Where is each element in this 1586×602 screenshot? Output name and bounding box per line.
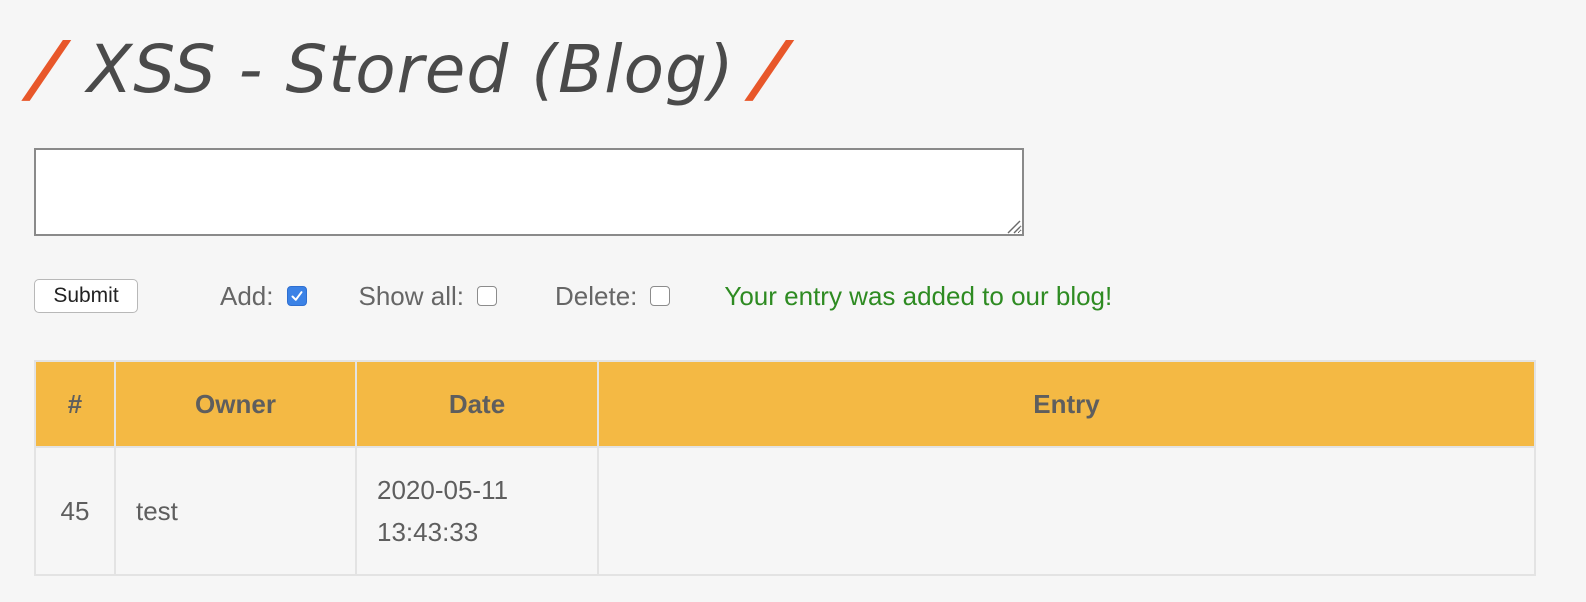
delete-option[interactable]: Delete:: [555, 280, 671, 312]
column-header-number: #: [34, 360, 116, 448]
page-title-text: XSS - Stored (Blog): [87, 30, 735, 108]
entry-controls: Submit Add: Show all: Delete: Your entry…: [34, 272, 1112, 320]
show-all-label: Show all:: [358, 280, 465, 311]
show-all-option[interactable]: Show all:: [358, 280, 497, 312]
cell-date: 2020-05-11 13:43:33: [355, 446, 599, 576]
checkmark-icon: [291, 291, 302, 301]
delete-checkbox[interactable]: [650, 286, 671, 306]
title-slash-left: /: [26, 26, 69, 112]
blog-table: # Owner Date Entry 45 test 2020-05-11 13…: [34, 360, 1536, 576]
cell-date-time: 13:43:33: [377, 517, 479, 547]
column-header-entry: Entry: [597, 360, 1536, 448]
column-header-owner: Owner: [114, 360, 357, 448]
submit-button[interactable]: Submit: [34, 279, 138, 313]
cell-date-day: 2020-05-11: [377, 475, 509, 505]
status-message: Your entry was added to our blog!: [724, 280, 1113, 311]
cell-entry: [597, 446, 1536, 576]
show-all-checkbox[interactable]: [477, 286, 497, 306]
add-option[interactable]: Add:: [220, 281, 307, 312]
cell-owner: test: [114, 446, 357, 576]
page-title: / XSS - Stored (Blog) /: [26, 14, 791, 124]
add-label: Add:: [220, 280, 274, 311]
cell-number: 45: [34, 446, 116, 576]
blog-entry-textarea[interactable]: [34, 148, 1024, 236]
table-header-row: # Owner Date Entry: [34, 360, 1536, 448]
table-row: 45 test 2020-05-11 13:43:33: [34, 446, 1536, 576]
title-slash-right: /: [749, 26, 792, 112]
add-checkbox[interactable]: [286, 286, 307, 306]
delete-label: Delete:: [555, 280, 638, 311]
column-header-date: Date: [355, 360, 599, 448]
